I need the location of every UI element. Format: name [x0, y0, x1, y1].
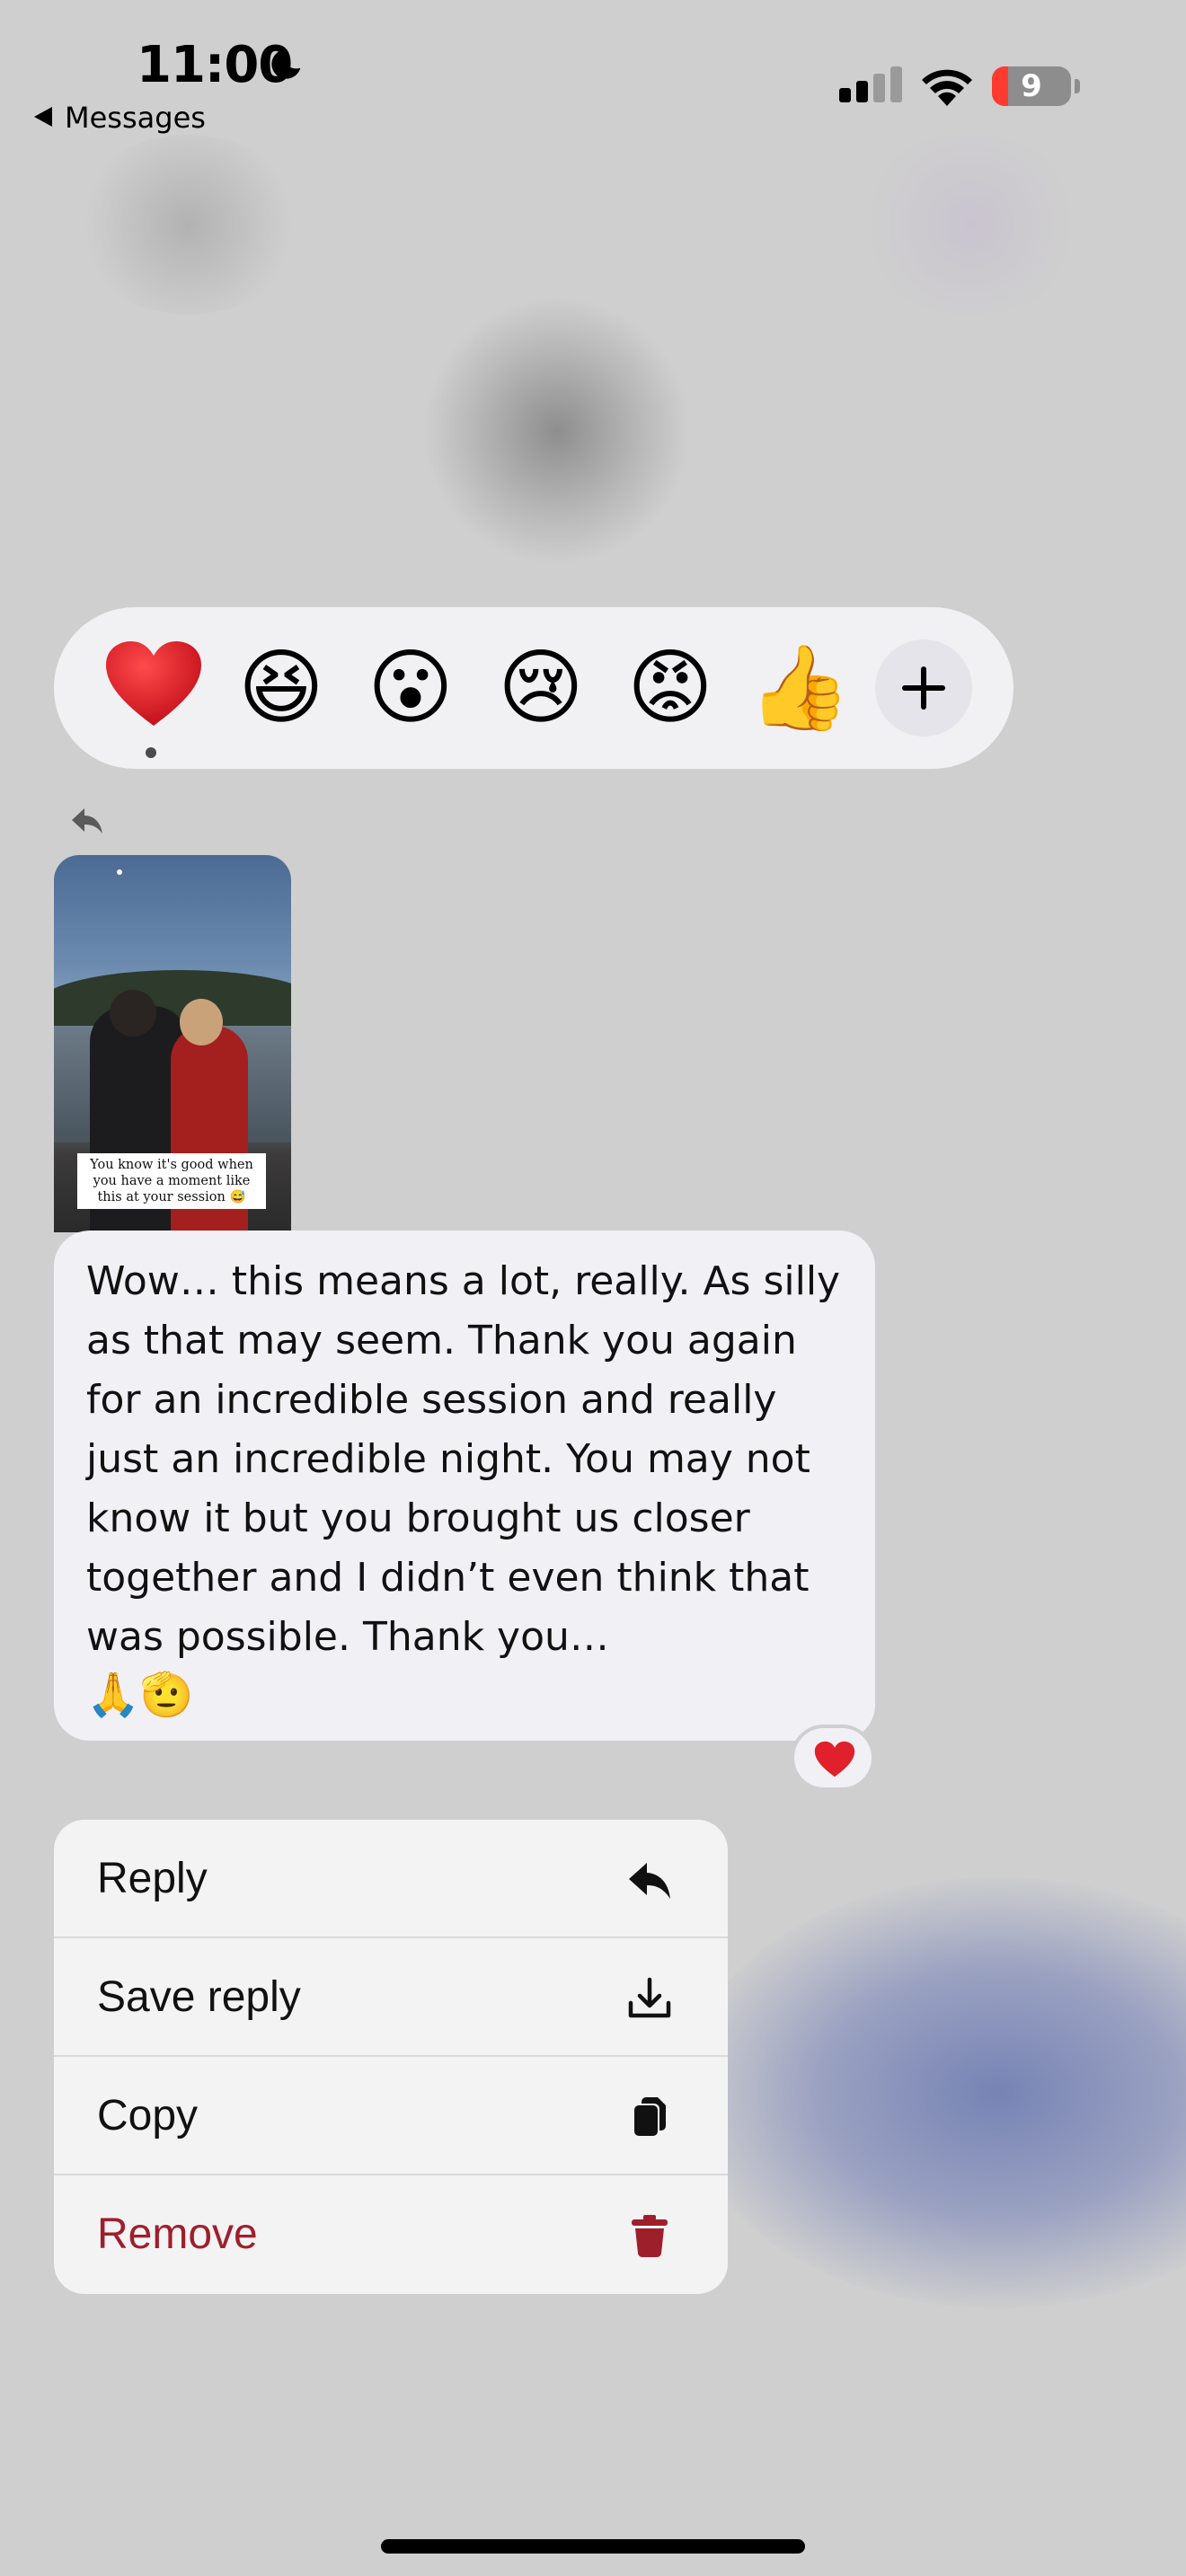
story-reply-thumbnail[interactable]: You know it's good when you have a momen…: [54, 855, 291, 1232]
home-indicator[interactable]: [381, 2539, 805, 2554]
download-icon: [628, 1977, 671, 2018]
trash-icon: [632, 2215, 668, 2258]
laughing-reaction[interactable]: 😆: [229, 636, 333, 740]
message-emojis: 🙏🫡: [86, 1670, 194, 1720]
menu-item-save-reply[interactable]: Save reply: [54, 1938, 728, 2057]
reaction-picker: 😆 😮 😢 😡 👍: [54, 607, 1013, 769]
angry-reaction[interactable]: 😡: [618, 636, 722, 740]
message-bubble[interactable]: Wow… this means a lot, really. As silly …: [54, 1231, 875, 1741]
copy-icon: [634, 2097, 666, 2136]
message-context-menu: Reply Save reply Copy Remove: [54, 1820, 728, 2294]
surprised-reaction[interactable]: 😮: [358, 636, 463, 740]
story-caption: You know it's good when you have a momen…: [77, 1153, 266, 1209]
back-triangle-icon: [34, 107, 52, 127]
menu-item-remove[interactable]: Remove: [54, 2175, 728, 2294]
crying-reaction[interactable]: 😢: [489, 636, 593, 740]
red-heart-reaction[interactable]: [104, 640, 203, 729]
menu-item-reply[interactable]: Reply: [54, 1820, 728, 1938]
more-reactions-button[interactable]: [875, 640, 972, 737]
red-heart-icon: [814, 1741, 855, 1778]
menu-item-copy[interactable]: Copy: [54, 2057, 728, 2175]
wifi-icon: [922, 69, 972, 106]
message-text: Wow… this means a lot, really. As silly …: [86, 1258, 854, 1660]
reply-indicator-icon: [72, 808, 102, 834]
menu-item-label: Copy: [97, 2092, 199, 2139]
battery-icon: 9: [992, 66, 1071, 106]
moon-icon: [271, 49, 301, 79]
battery-level: 9: [1021, 68, 1042, 104]
message-reaction-badge[interactable]: [791, 1725, 875, 1791]
menu-item-label: Remove: [97, 2210, 258, 2258]
thumbs-up-reaction[interactable]: 👍: [748, 636, 852, 740]
back-to-messages-link[interactable]: Messages: [34, 101, 206, 135]
selected-reaction-dot: [146, 747, 156, 758]
menu-item-label: Reply: [97, 1855, 208, 1902]
status-bar: 11:00 Messages 9: [0, 0, 1186, 153]
menu-item-label: Save reply: [97, 1973, 301, 2021]
back-app-label: Messages: [65, 101, 206, 135]
reply-icon: [629, 1863, 670, 1899]
